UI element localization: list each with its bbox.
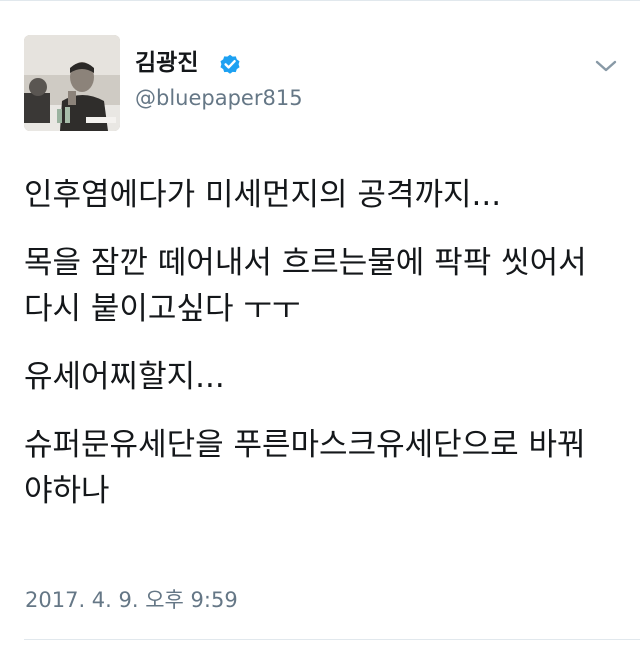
- tweet-paragraph: 목을 잠깐 떼어내서 흐르는물에 팍팍 씻어서 다시 붙이고싶다 ㅜㅜ: [24, 245, 587, 327]
- verified-badge-icon: [220, 54, 240, 74]
- avatar-photo-icon: [24, 35, 120, 131]
- bottom-divider: [24, 639, 640, 640]
- display-name[interactable]: 김광진: [135, 48, 198, 78]
- tweet-card: 김광진 @bluepaper815 인후염에다가 미세먼지의 공격까지... 목…: [0, 0, 640, 658]
- tweet-text: 인후염에다가 미세먼지의 공격까지... 목을 잠깐 떼어내서 흐르는물에 팍팍…: [24, 172, 614, 536]
- tweet-timestamp[interactable]: 2017. 4. 9. 오후 9:59: [25, 586, 238, 614]
- user-handle[interactable]: @bluepaper815: [135, 84, 303, 112]
- tweet-paragraph: 슈퍼문유세단을 푸른마스크유세단으로 바꿔야하나: [24, 427, 586, 509]
- chevron-down-icon[interactable]: [594, 58, 618, 74]
- tweet-paragraph: 인후염에다가 미세먼지의 공격까지...: [24, 177, 502, 213]
- tweet-paragraph: 유세어찌할지...: [24, 359, 225, 395]
- avatar[interactable]: [24, 35, 120, 131]
